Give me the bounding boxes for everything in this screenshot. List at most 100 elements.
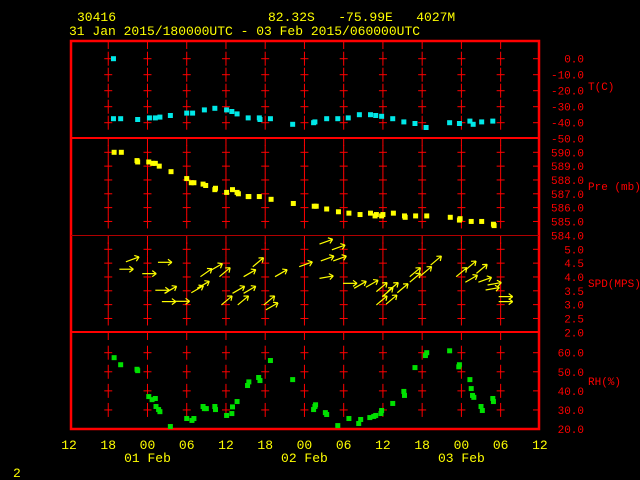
pressure-point xyxy=(324,206,330,212)
wind-arrow xyxy=(142,270,157,278)
wind-arrow xyxy=(232,285,246,294)
rh-point xyxy=(335,423,341,429)
y-tick-label: -20.0 xyxy=(551,87,584,99)
y-tick-label: 586.0 xyxy=(551,204,584,216)
pressure-point xyxy=(168,169,174,175)
rh-point xyxy=(118,362,124,368)
time-period: 31 Jan 2015/180000UTC - 03 Feb 2015/0600… xyxy=(69,24,420,39)
rh-point xyxy=(447,348,453,354)
y-axis-label: Pre (mb) xyxy=(588,182,640,194)
y-tick-label: 50.0 xyxy=(558,368,584,380)
rh-point xyxy=(203,406,209,412)
temperature-point xyxy=(190,110,196,116)
y-tick-label: 587.0 xyxy=(551,190,584,202)
wind-arrow xyxy=(265,301,279,311)
wind-arrow xyxy=(243,268,257,278)
wind-arrow xyxy=(243,285,257,294)
y-tick-label: 2.5 xyxy=(564,314,584,326)
pressure-point xyxy=(413,213,419,219)
pressure-point xyxy=(468,218,474,224)
rh-point xyxy=(471,394,477,400)
pressure-point xyxy=(256,194,262,200)
wind-arrow xyxy=(375,282,388,293)
day-label: 03 Feb xyxy=(438,451,485,466)
rh-point xyxy=(468,386,474,392)
wind-arrow xyxy=(125,254,140,263)
pressure-point xyxy=(357,212,363,218)
temperature-point xyxy=(245,115,251,121)
wind-arrow xyxy=(237,295,250,306)
wind-arrow xyxy=(209,262,223,272)
rh-point xyxy=(490,399,496,405)
wind-arrow xyxy=(465,274,479,283)
station-location: 82.32S -75.99E 4027M xyxy=(268,10,455,25)
temperature-point xyxy=(423,125,429,130)
rh-point xyxy=(402,392,408,398)
rh-point xyxy=(290,377,296,383)
temperature-point xyxy=(379,113,385,119)
rh-point xyxy=(412,365,418,371)
temperature-point xyxy=(267,116,273,122)
pressure-point xyxy=(246,194,252,200)
pressure-point xyxy=(212,187,218,193)
pressure-point xyxy=(457,216,463,222)
temperature-point xyxy=(290,121,296,127)
rh-point xyxy=(373,412,379,418)
day-label: 02 Feb xyxy=(281,451,328,466)
rh-point xyxy=(424,350,430,356)
rh-point xyxy=(257,378,263,384)
temperature-point xyxy=(470,121,476,127)
temperature-point xyxy=(184,110,190,116)
x-tick-label: 18 xyxy=(257,438,273,453)
wind-arrow xyxy=(119,265,134,273)
grid xyxy=(104,41,539,417)
temperature-point xyxy=(229,109,235,114)
temperature-point xyxy=(412,121,418,126)
y-axis-label: RH(%) xyxy=(588,377,621,389)
temperature-point xyxy=(479,119,485,125)
x-tick-label: 12 xyxy=(61,438,77,453)
data-marks xyxy=(110,56,514,430)
wind-arrow xyxy=(252,257,265,268)
y-tick-label: -50.0 xyxy=(551,135,584,147)
temperature-point xyxy=(146,115,152,121)
wind-arrow xyxy=(320,254,335,262)
wind-arrow xyxy=(220,295,233,306)
x-tick-label: 06 xyxy=(493,438,509,453)
temperature-point xyxy=(224,107,230,113)
day-label: 01 Feb xyxy=(124,451,171,466)
pressure-point xyxy=(203,182,209,188)
temperature-point xyxy=(118,116,124,122)
pressure-point xyxy=(373,212,379,218)
temperature-point xyxy=(490,118,496,124)
pressure-point xyxy=(390,210,396,216)
y-tick-label: 40.0 xyxy=(558,387,584,399)
temperature-point xyxy=(152,115,158,121)
wind-arrow xyxy=(157,258,173,266)
pressure-point xyxy=(346,210,352,216)
x-tick-label: 06 xyxy=(336,438,352,453)
y-tick-label: 588.0 xyxy=(551,176,584,188)
rh-point xyxy=(358,416,364,422)
plot-frame xyxy=(69,39,541,431)
wind-arrow xyxy=(219,267,231,278)
y-tick-label: 4.5 xyxy=(564,259,584,271)
x-tick-label: 18 xyxy=(414,438,430,453)
pressure-point xyxy=(156,163,162,169)
y-tick-label: 0.0 xyxy=(564,55,584,67)
temperature-point xyxy=(234,111,240,117)
pressure-point xyxy=(191,180,197,186)
wind-arrow xyxy=(365,278,379,288)
y-tick-label: -40.0 xyxy=(551,119,584,131)
rh-point xyxy=(135,368,141,374)
wind-arrow xyxy=(375,295,388,306)
rh-point xyxy=(479,408,485,414)
temperature-point xyxy=(401,119,407,125)
rh-point xyxy=(324,412,330,418)
rh-point xyxy=(346,416,352,422)
temperature-point xyxy=(390,116,396,122)
temperature-point xyxy=(345,115,351,121)
temperature-point xyxy=(135,117,141,122)
y-tick-label: 4.0 xyxy=(564,273,584,285)
pressure-point xyxy=(184,176,190,182)
